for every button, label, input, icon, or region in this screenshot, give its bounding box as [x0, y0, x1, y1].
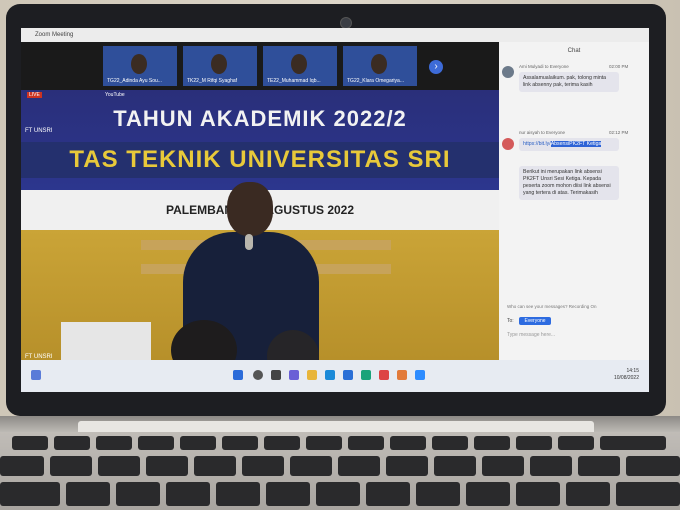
key	[116, 482, 160, 506]
key	[0, 456, 44, 476]
chat-meta: nur aisyah to Everyone 02:12 PM	[519, 130, 629, 135]
absensi-link[interactable]: https://bit.ly/	[523, 141, 551, 147]
chair	[61, 322, 151, 360]
sender-avatar	[502, 66, 514, 78]
key	[416, 482, 460, 506]
window-title: Zoom Meeting	[35, 32, 74, 38]
key	[98, 456, 140, 476]
key	[434, 456, 476, 476]
participant-tile[interactable]: TG22_Adinda Ayu Sou...	[103, 46, 177, 86]
key	[366, 482, 410, 506]
key	[338, 456, 380, 476]
key	[558, 436, 594, 450]
key	[194, 456, 236, 476]
windows-taskbar: 14:15 10/08/2022	[21, 360, 649, 392]
participant-avatar	[211, 54, 227, 74]
search-icon[interactable]	[253, 370, 263, 380]
key	[138, 436, 174, 450]
key	[266, 482, 310, 506]
sender-avatar	[502, 138, 514, 150]
who-can-see-label[interactable]: Who can see your messages? Recording On	[507, 304, 597, 309]
key	[146, 456, 188, 476]
keyboard-deck	[0, 432, 680, 510]
key	[482, 456, 524, 476]
key	[432, 436, 468, 450]
system-clock[interactable]: 14:15 10/08/2022	[609, 368, 639, 382]
widgets-icon[interactable]	[31, 370, 41, 380]
zoom-icon[interactable]	[415, 370, 425, 380]
key	[516, 482, 560, 506]
key	[290, 456, 332, 476]
key	[466, 482, 510, 506]
chat-panel: Chat Ami Mulyadi to Everyone 02:00 PM As…	[499, 42, 649, 360]
stream-stage: LIVE YouTube TAHUN AKADEMIK 2022/2 FT UN…	[21, 90, 499, 360]
microphone-icon	[245, 234, 253, 250]
key	[566, 482, 610, 506]
start-icon[interactable]	[233, 370, 243, 380]
file-explorer-icon[interactable]	[307, 370, 317, 380]
next-page-chevron-icon[interactable]: ›	[429, 60, 443, 74]
key	[348, 436, 384, 450]
key	[12, 436, 48, 450]
participant-strip: TG22_Adinda Ayu Sou... TK22_M Rifqi Syag…	[21, 42, 499, 90]
chat-meta: Ami Mulyadi to Everyone 02:00 PM	[519, 64, 629, 69]
participant-avatar	[371, 54, 387, 74]
laptop-lid: Zoom Meeting TG22_Adinda Ayu Sou... TK22…	[6, 4, 666, 416]
key	[66, 482, 110, 506]
key	[516, 436, 552, 450]
banner-line-2: TAS TEKNIK UNIVERSITAS SRI	[21, 142, 499, 178]
key	[50, 456, 92, 476]
key	[222, 436, 258, 450]
participant-tile[interactable]: TE22_Muhammad Iqb...	[263, 46, 337, 86]
task-view-icon[interactable]	[271, 370, 281, 380]
key	[530, 456, 572, 476]
participant-tile[interactable]: TG22_Klara Omegariya...	[343, 46, 417, 86]
chat-message: Berikut ini merupakan link absensi PK2FT…	[519, 166, 619, 200]
key	[578, 456, 620, 476]
absensi-link-highlight[interactable]: AbsensiPK2FT Ketiga	[550, 141, 602, 147]
participant-tile[interactable]: TK22_M Rifqi Syaghaf	[183, 46, 257, 86]
key	[390, 436, 426, 450]
app-l-icon[interactable]	[361, 370, 371, 380]
key	[216, 482, 260, 506]
key	[96, 436, 132, 450]
recipient-dropdown[interactable]: Everyone	[519, 317, 551, 325]
chat-message: Assalamualaikum. pak, tolong minta link …	[519, 72, 619, 92]
window-titlebar: Zoom Meeting	[21, 28, 649, 42]
key	[242, 456, 284, 476]
key	[180, 436, 216, 450]
key	[306, 436, 342, 450]
key	[386, 456, 428, 476]
key	[54, 436, 90, 450]
chat-link-message[interactable]: https://bit.ly/AbsensiPK2FT Ketiga	[519, 138, 619, 151]
store-icon[interactable]	[343, 370, 353, 380]
key	[264, 436, 300, 450]
mcafee-icon[interactable]	[379, 370, 389, 380]
key	[616, 482, 680, 506]
key	[474, 436, 510, 450]
key	[626, 456, 680, 476]
video-panel: TG22_Adinda Ayu Sou... TK22_M Rifqi Syag…	[21, 42, 499, 360]
ft-logo-label: FT UNSRI	[25, 128, 53, 134]
laptop-screen: Zoom Meeting TG22_Adinda Ayu Sou... TK22…	[21, 28, 649, 392]
participant-avatar	[291, 54, 307, 74]
chat-title: Chat	[567, 48, 581, 54]
chat-app-icon[interactable]	[289, 370, 299, 380]
key	[600, 436, 666, 450]
key	[316, 482, 360, 506]
banner-line-1: TAHUN AKADEMIK 2022/2	[113, 106, 407, 131]
to-label: To:	[507, 318, 514, 324]
participant-avatar	[131, 54, 147, 74]
key	[166, 482, 210, 506]
key	[0, 482, 60, 506]
speaker-head	[227, 182, 273, 236]
chat-input[interactable]: Type message here...	[507, 332, 555, 338]
app-icon[interactable]	[397, 370, 407, 380]
edge-icon[interactable]	[325, 370, 335, 380]
